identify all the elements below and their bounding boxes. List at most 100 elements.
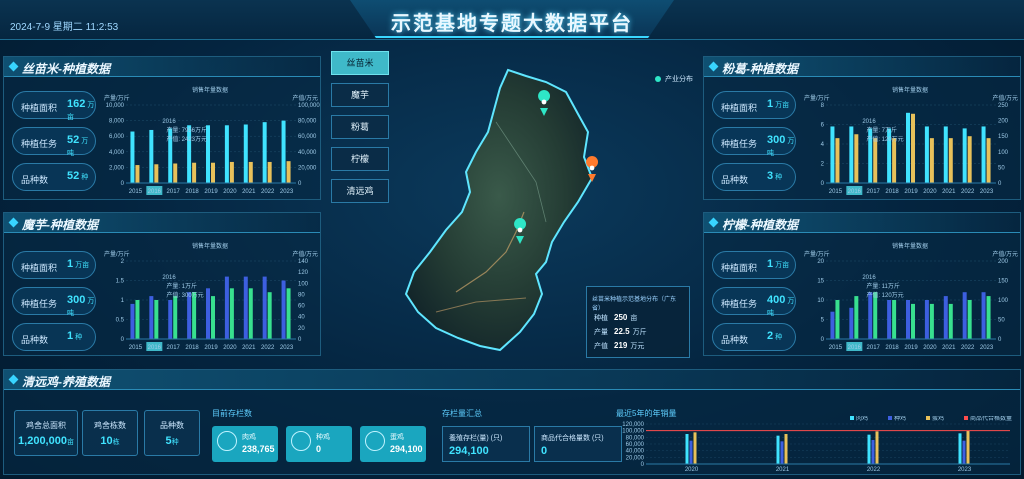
x-tick-label: 2021 (776, 467, 790, 472)
info-row: 产值 219 万元 (594, 341, 645, 350)
category-button-moyu[interactable]: 魔芋 (331, 83, 389, 107)
bar (830, 126, 835, 183)
legend-swatch (964, 416, 968, 420)
chart-svg: 销售年量数据产量/万斤 产值/万元051015200501001502002015… (804, 242, 1018, 351)
stat-label: 种植面积 (21, 103, 58, 113)
bar (130, 131, 135, 183)
x-tick-label: 2018 (885, 345, 899, 351)
bar (981, 292, 986, 339)
dashboard-page: 2024-7-9 星期二 11:2:53 示范基地专题大数据平台 丝苗米-种植数… (0, 0, 1024, 479)
stat-label: 种植任务 (721, 139, 758, 149)
stat-task: 种植任务 52 万吨 (12, 127, 96, 157)
stat-label: 种植面积 (721, 263, 758, 273)
bar (780, 441, 784, 464)
tooltip-year: 2016 (162, 275, 176, 281)
bar (830, 311, 835, 339)
summary-stock: 養殖存栏(量) (只) 294,100 (442, 426, 530, 462)
y2-tick-label: 120 (298, 270, 309, 276)
stat-label: 种植任务 (21, 299, 58, 309)
y2-tick-label: 100 (998, 150, 1009, 156)
bar (211, 296, 215, 339)
category-button-simiao[interactable]: 丝苗米 (331, 51, 389, 75)
bar (154, 300, 159, 339)
bar (943, 296, 948, 339)
x-tick-label: 2023 (280, 345, 294, 351)
tooltip-line: 产值: 300万元 (166, 291, 203, 299)
stat-task: 种植任务 400 万吨 (712, 287, 796, 317)
x-tick-label: 2019 (204, 345, 218, 351)
bar (173, 163, 178, 183)
tooltip-line: 产值: 120万元 (866, 135, 903, 143)
panel-title-bar: 粉葛-种植数据 (704, 57, 1020, 77)
y2-tick-label: 60 (298, 304, 305, 310)
x-tick-label: 2018 (185, 345, 199, 351)
stat-label: 种植任务 (21, 139, 58, 149)
bar (149, 296, 154, 339)
bar (943, 126, 948, 183)
y-tick-label: 80,000 (626, 435, 645, 441)
y2-tick-label: 80 (298, 292, 305, 298)
bar (248, 288, 253, 339)
title-banner: 示范基地专题大数据平台 (350, 0, 674, 38)
chart-fenge: 销售年量数据 产量/万斤 产值/万元 0 2 4 6 8 0 50 100 150 200 250 2015… (800, 83, 1020, 197)
y2-tick-label: 50 (998, 318, 1005, 324)
tooltip-line: 产量: 7956万斤 (166, 126, 207, 134)
x-tick-label: 2022 (261, 345, 275, 351)
y-axis-unit: 产量/万斤 (804, 94, 830, 102)
stat-varieties: 品种数 5种 (144, 410, 200, 456)
y-tick-label: 6 (821, 123, 825, 129)
chart-title: 销售年量数据 (192, 242, 228, 250)
y-tick-label: 2 (121, 259, 125, 265)
bar (262, 122, 267, 183)
x-tick-label: 2023 (980, 345, 994, 351)
datetime-display: 2024-7-9 星期二 11:2:53 (10, 22, 119, 33)
x-tick-label: 2017 (167, 345, 181, 351)
x-tick-label: 2020 (685, 467, 699, 472)
map-shape (404, 68, 599, 352)
x-tick-label: 2017 (867, 345, 881, 351)
stat-coop-count: 鸡舍栋数 10栋 (82, 410, 138, 456)
summary-qualified: 商品代合格量数 (只) 0 (534, 426, 622, 462)
page-title: 示范基地专题大数据平台 (391, 13, 633, 35)
y2-tick-label: 0 (298, 337, 302, 343)
stat-value: 300 万吨 (767, 134, 795, 157)
bar (875, 431, 879, 464)
summary-title: 存栏量汇总 (442, 409, 482, 418)
panel-title: 清远鸡-养殖数据 (22, 375, 110, 389)
panel-title-bar: 魔芋-种植数据 (4, 213, 320, 233)
y-tick-label: 0.5 (116, 318, 125, 324)
y-tick-label: 20 (817, 259, 824, 265)
y-tick-label: 0 (121, 181, 125, 187)
map-legend: 产业分布 (655, 74, 693, 84)
stat-label: 种植面积 (721, 103, 758, 113)
bar (924, 126, 929, 183)
region-map[interactable] (396, 62, 606, 362)
y2-tick-label: 80,000 (298, 119, 317, 125)
x-tick-label: 2021 (942, 345, 956, 351)
bar (776, 435, 780, 464)
x-tick-label: 2021 (242, 345, 256, 351)
stat-label: 品种数 (21, 335, 49, 345)
bar (948, 303, 953, 339)
bar (967, 300, 972, 339)
chart-simiao: 销售年量数据 产量/万斤 产值/万元 0 2,000 4,000 6,000 8,000 10,… (100, 83, 320, 197)
y-tick-label: 0 (641, 462, 645, 468)
bar (892, 138, 897, 183)
panel-ningmeng: 柠檬-种植数据 种植面积 1 万亩 种植任务 400 万吨 品种数 2 种 销售年量数据 产量… (703, 212, 1021, 356)
category-button-fenge[interactable]: 粉葛 (331, 115, 389, 139)
bar (281, 120, 286, 183)
panel-fenge: 粉葛-种植数据 种植面积 1 万亩 种植任务 300 万吨 品种数 3 种 销售年量数据 产量… (703, 56, 1021, 200)
category-button-qingyuanji[interactable]: 清远鸡 (331, 179, 389, 203)
category-button-ningmeng[interactable]: 柠檬 (331, 147, 389, 171)
bar (868, 292, 873, 339)
bar (871, 440, 875, 464)
y2-tick-label: 0 (998, 181, 1002, 187)
bar (243, 124, 248, 183)
y2-tick-label: 40 (298, 315, 305, 321)
tooltip-line: 产量: 11万斤 (866, 282, 900, 290)
x-tick-label: 2020 (223, 189, 237, 195)
y2-tick-label: 100 (298, 281, 309, 287)
y2-tick-label: 200 (998, 259, 1009, 265)
bar (962, 128, 967, 183)
chart-svg: 销售年量数据产量/万斤 产值/万元00.511.52020406080100120… (104, 242, 318, 351)
